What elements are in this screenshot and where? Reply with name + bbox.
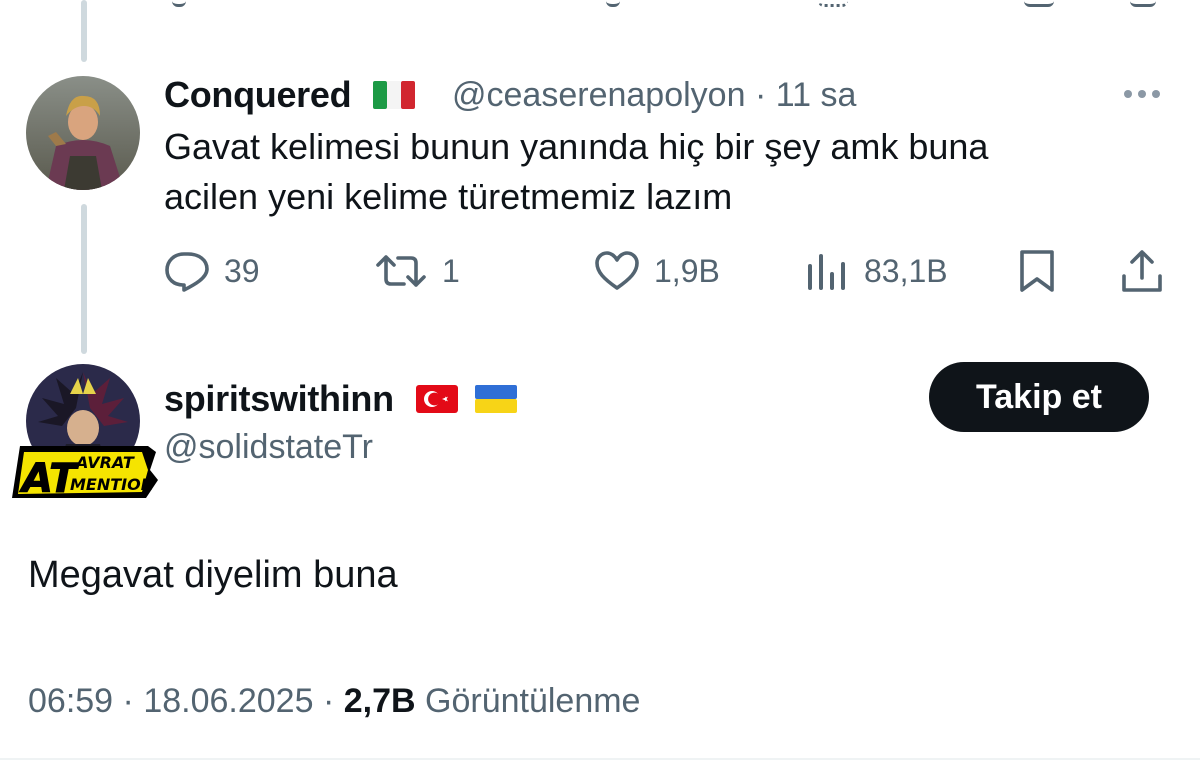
reply-count: 39 (224, 252, 260, 289)
post-time[interactable]: 06:59 (28, 682, 113, 720)
badge-top-text: AVRAT (74, 453, 135, 472)
more-options-icon[interactable] (1124, 86, 1168, 102)
italy-flag-icon (373, 76, 416, 118)
separator-dot: · (122, 682, 134, 720)
turkey-flag-icon (415, 380, 458, 422)
timestamp[interactable]: 11 sa (776, 76, 857, 114)
main-author-name-row[interactable]: spiritswithinn (164, 378, 518, 422)
post-date[interactable]: 18.06.2025 (143, 682, 313, 720)
bookmark-button[interactable] (1016, 246, 1058, 296)
previous-action-icon-fragment (1024, 0, 1054, 7)
reply-button[interactable]: 39 (164, 246, 260, 296)
share-icon (1122, 250, 1162, 292)
thread-line-top (81, 0, 87, 62)
thread-line-middle (81, 204, 87, 354)
avatar[interactable] (26, 76, 140, 190)
like-button[interactable]: 1,9B (594, 246, 720, 296)
previous-tweet-actions-fragment (0, 0, 1200, 8)
reply-action-bar: 39 1 1,9B 83,1B (164, 246, 1164, 296)
post-meta: 06:59 · 18.06.2025 · 2,7B Görüntülenme (28, 682, 640, 721)
reply-icon (165, 252, 209, 292)
avrat-mention-badge: AT AVRAT MENTION (10, 440, 160, 503)
display-name[interactable]: Conquered (164, 74, 352, 115)
previous-action-icon-fragment (606, 0, 620, 7)
repost-icon (376, 255, 426, 287)
previous-action-icon-fragment (1130, 0, 1156, 7)
avatar-image-conquered (26, 76, 140, 190)
views-chart-icon (808, 254, 845, 290)
display-name[interactable]: spiritswithinn (164, 378, 394, 419)
bookmark-icon (1020, 250, 1054, 292)
reply-text-line-2: acilen yeni kelime türetmemiz lazım (164, 176, 733, 217)
previous-action-icon-fragment (172, 0, 186, 7)
post-text: Megavat diyelim buna (28, 554, 398, 596)
share-button[interactable] (1120, 246, 1164, 296)
separator-dot: · (322, 682, 335, 720)
reply-text-line-1: Gavat kelimesi bunun yanında hiç bir şey… (164, 126, 989, 167)
divider (0, 758, 1200, 760)
repost-count: 1 (442, 252, 460, 289)
views-button[interactable]: 83,1B (804, 246, 948, 296)
views-count: 2,7B (343, 682, 416, 720)
handle[interactable]: @ceaserenapolyon (452, 76, 745, 114)
repost-button[interactable]: 1 (374, 246, 460, 296)
badge-bottom-text: MENTION (70, 475, 155, 494)
heart-icon (595, 251, 639, 290)
reply-handle-row: @ceaserenapolyon · 11 sa (452, 76, 856, 115)
reply-author-name-row[interactable]: Conquered (164, 74, 416, 118)
previous-action-icon-fragment (818, 0, 848, 7)
separator-dot: · (754, 76, 767, 114)
handle[interactable]: @solidstateTr (164, 428, 373, 467)
views-label: Görüntülenme (425, 682, 641, 720)
reply-text: Gavat kelimesi bunun yanında hiç bir şey… (164, 122, 988, 222)
ukraine-flag-icon (475, 380, 518, 422)
follow-button[interactable]: Takip et (929, 362, 1149, 432)
like-count: 1,9B (654, 252, 720, 289)
views-count: 83,1B (864, 252, 948, 289)
